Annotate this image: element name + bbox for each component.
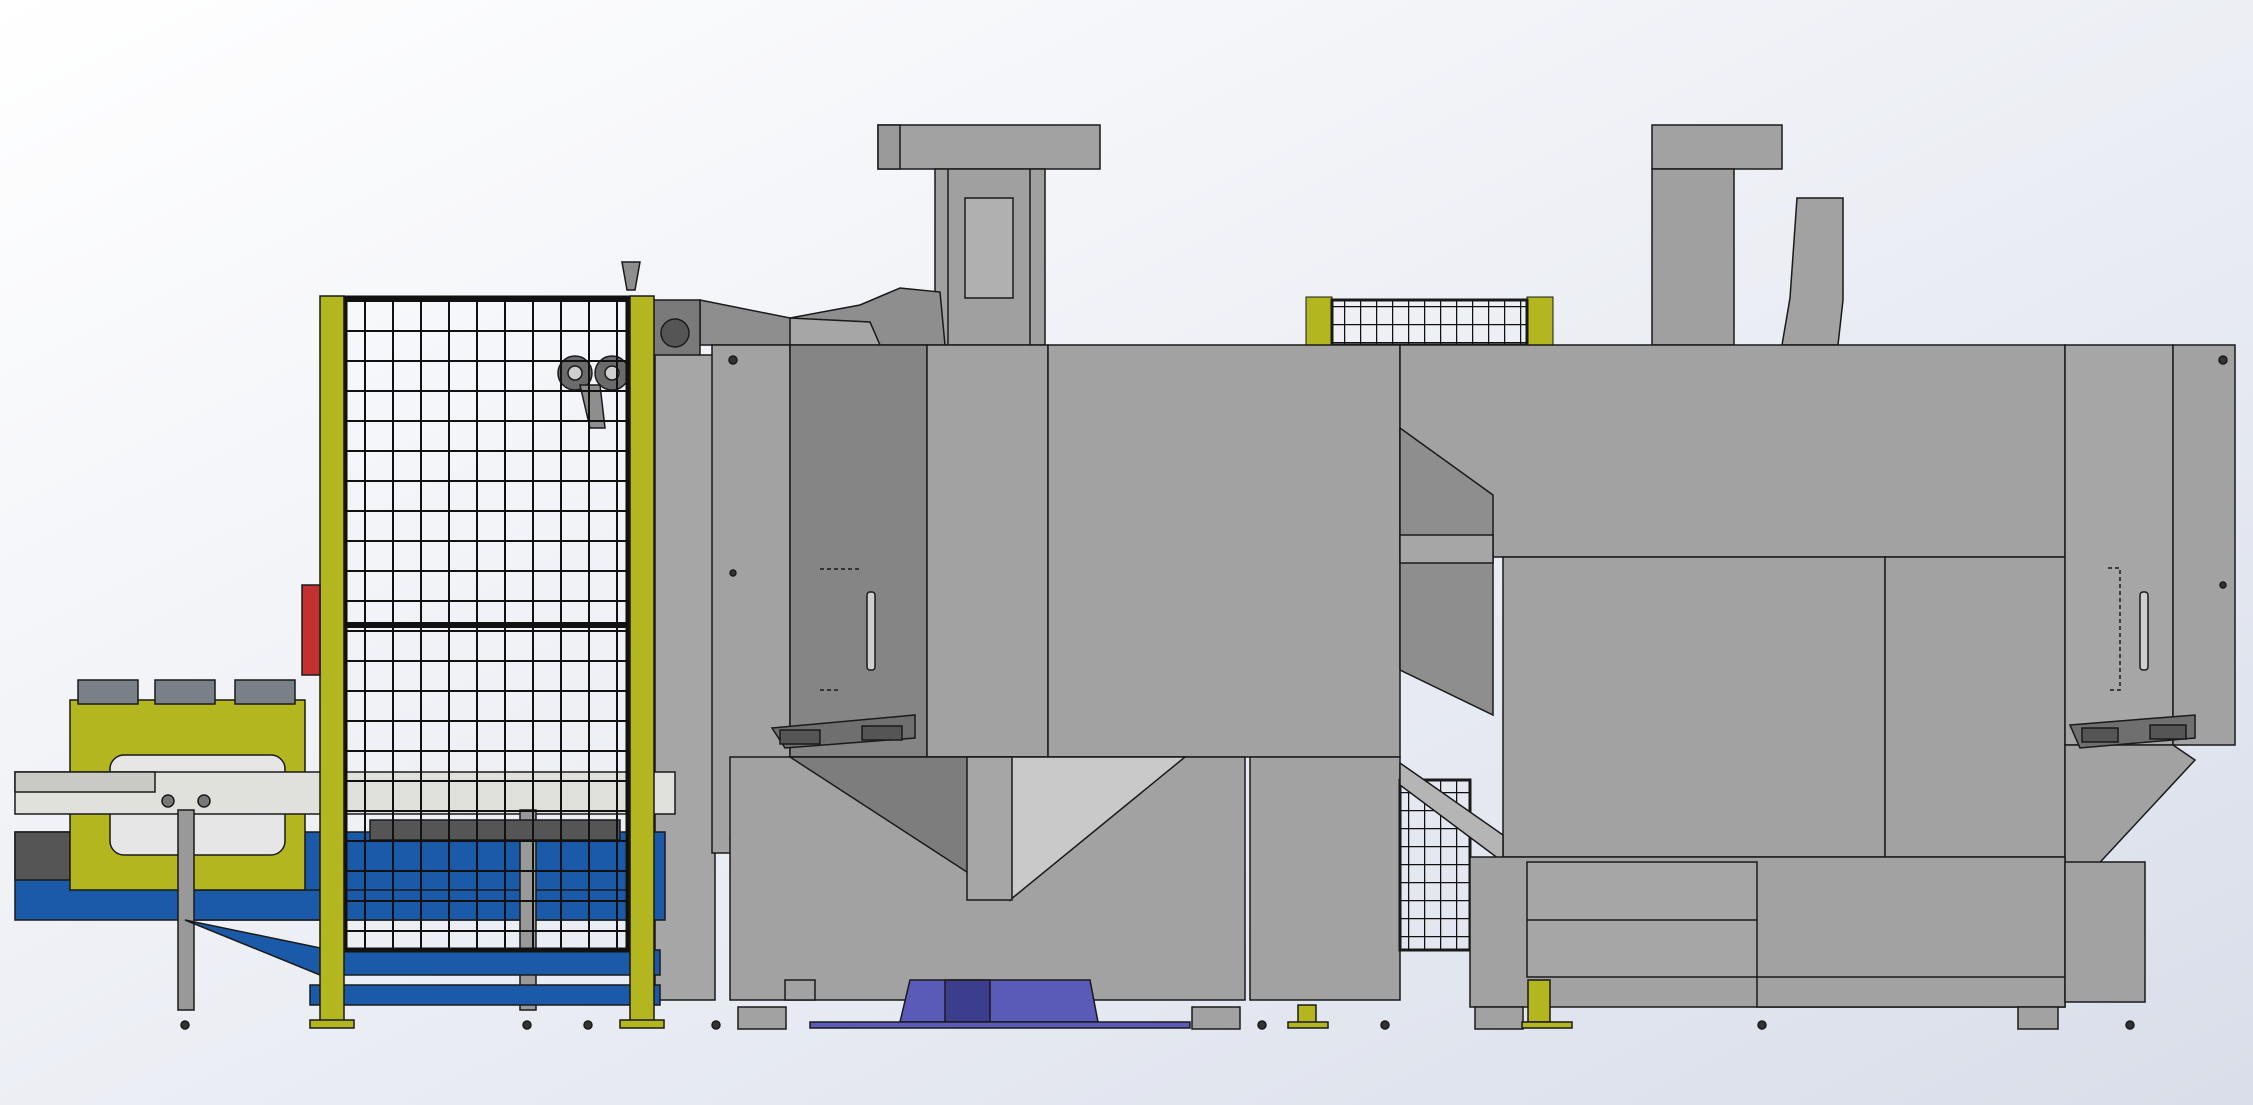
machine-svg [0, 0, 2253, 1105]
safety-fence [301, 295, 665, 1029]
rear-fence [1305, 296, 1554, 348]
cad-machine-drawing [0, 0, 2253, 1105]
